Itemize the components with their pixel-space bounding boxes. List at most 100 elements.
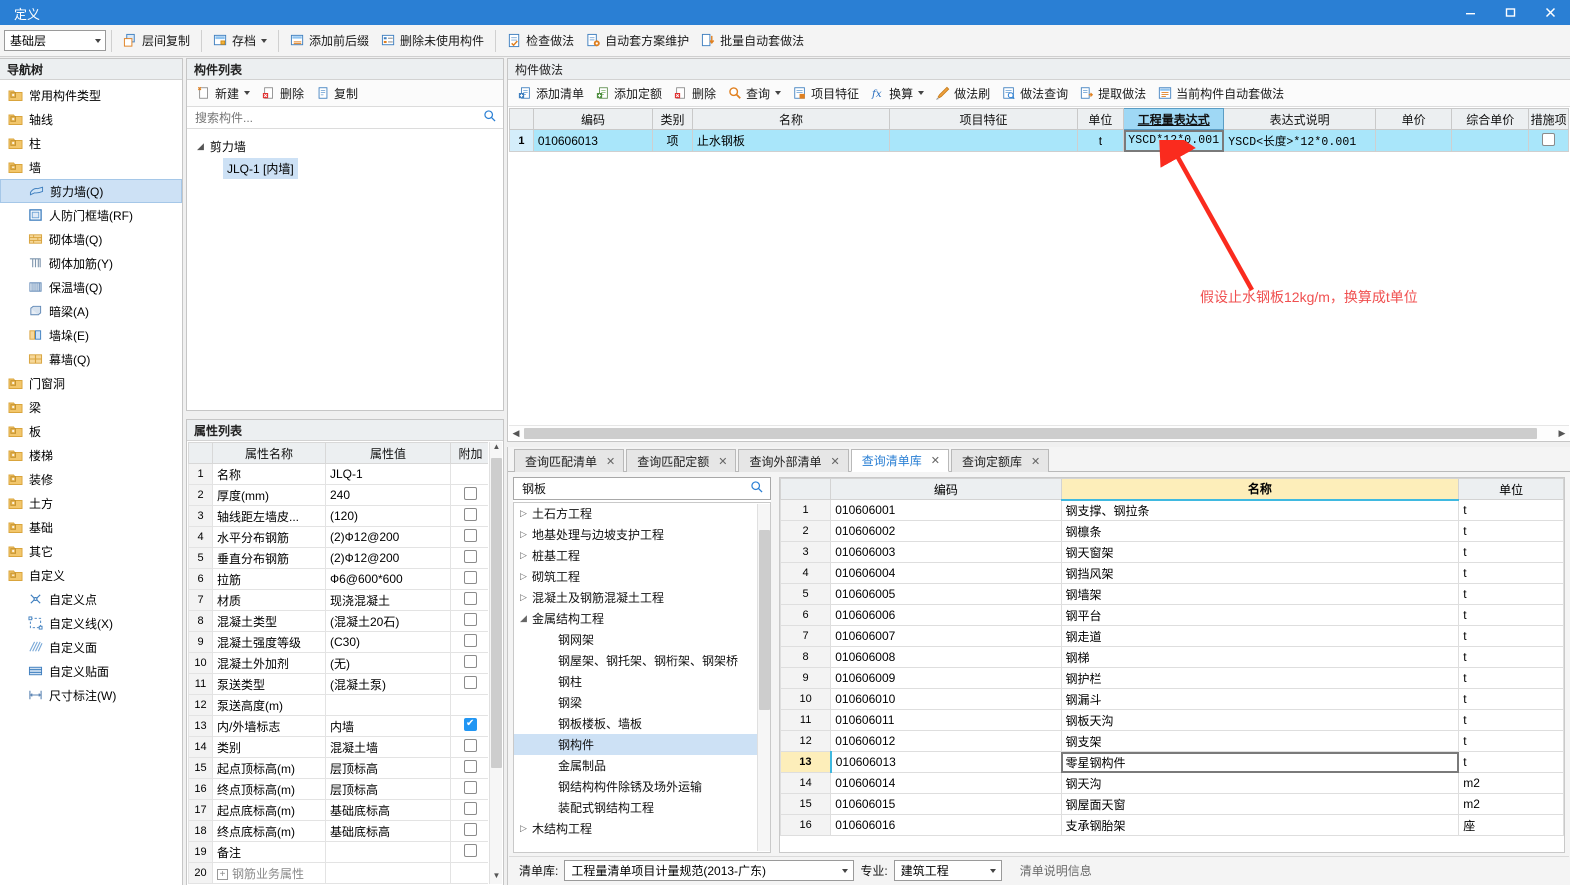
property-extra-cell[interactable]	[450, 820, 488, 842]
delete-component-button[interactable]: 删除	[256, 81, 310, 105]
close-icon[interactable]: ✕	[830, 455, 839, 468]
table-row[interactable]: 15 010606015 钢屋面天窗 m2	[779, 793, 1564, 815]
property-extra-cell[interactable]	[450, 631, 488, 653]
table-row[interactable]: 1 名称 JLQ-1	[188, 463, 488, 485]
property-value[interactable]: 现浇混凝土	[325, 589, 451, 611]
table-row[interactable]: 10 混凝土外加剂 (无)	[188, 652, 488, 674]
query-code-cell[interactable]: 010606004	[830, 562, 1062, 584]
table-row[interactable]: 9 混凝土强度等级 (C30)	[188, 631, 488, 653]
query-code-cell[interactable]: 010606013	[829, 751, 1062, 773]
sidebar-item-13[interactable]: 梁	[0, 395, 182, 419]
query-tab-1[interactable]: 查询匹配定额 ✕	[626, 449, 737, 472]
property-extra-cell[interactable]	[450, 568, 488, 590]
property-checkbox[interactable]	[464, 571, 477, 584]
scroll-up-arrow[interactable]: ▲	[490, 442, 503, 455]
query-name-cell[interactable]: 钢屋面天窗	[1060, 793, 1460, 815]
toolbar-button-archive[interactable]: 存档	[207, 29, 273, 53]
query-name-cell[interactable]: 支承钢胎架	[1060, 814, 1460, 836]
method-unit-price-cell[interactable]	[1375, 129, 1453, 152]
toolbar-button-check-method[interactable]: 检查做法	[501, 29, 580, 53]
query-tab-0[interactable]: 查询匹配清单 ✕	[514, 449, 625, 472]
sidebar-item-15[interactable]: 楼梯	[0, 443, 182, 467]
table-row[interactable]: 4 水平分布钢筋 (2)Ф12@200	[188, 526, 488, 548]
table-row[interactable]: 16 终点顶标高(m) 层顶标高	[188, 778, 488, 800]
sidebar-item-2[interactable]: 柱	[0, 131, 182, 155]
query-unit-cell[interactable]: t	[1458, 541, 1564, 563]
query-tree-node-12[interactable]: 金属制品	[514, 755, 758, 776]
property-extra-cell[interactable]	[450, 652, 488, 674]
query-code-cell[interactable]: 010606011	[830, 709, 1062, 731]
property-extra-cell[interactable]	[450, 736, 488, 758]
property-extra-cell[interactable]	[450, 757, 488, 779]
query-column-header[interactable]: 编码	[830, 478, 1062, 500]
query-code-cell[interactable]: 010606010	[830, 688, 1062, 710]
query-code-cell[interactable]: 010606014	[830, 772, 1062, 794]
query-tree-scrollbar[interactable]	[757, 504, 770, 851]
method-button-9[interactable]: 当前构件自动套做法	[1152, 81, 1290, 105]
query-tab-3[interactable]: 查询清单库 ✕	[850, 449, 949, 472]
method-column-header[interactable]: 工程量表达式	[1123, 108, 1225, 130]
query-tree-node-13[interactable]: 钢结构构件除锈及场外运输	[514, 776, 758, 797]
query-name-cell[interactable]: 钢天沟	[1060, 772, 1460, 794]
sidebar-item-6[interactable]: 砌体墙(Q)	[0, 227, 182, 251]
property-value[interactable]: (混凝土泵)	[325, 673, 451, 695]
method-column-header[interactable]: 单价	[1375, 108, 1453, 130]
query-code-cell[interactable]: 010606012	[830, 730, 1062, 752]
property-extra-cell[interactable]	[450, 694, 488, 716]
property-checkbox[interactable]	[464, 802, 477, 815]
property-extra-cell[interactable]	[450, 526, 488, 548]
table-row[interactable]: 9 010606009 钢护栏 t	[779, 667, 1564, 689]
query-search-box[interactable]	[513, 477, 771, 500]
scroll-right-arrow[interactable]: ▶	[1555, 426, 1569, 441]
method-button-8[interactable]: 提取做法	[1074, 81, 1152, 105]
query-unit-cell[interactable]: t	[1458, 520, 1564, 542]
toolbar-button-add-affix[interactable]: 添加前后缀	[284, 29, 375, 53]
sidebar-item-0[interactable]: 常用构件类型	[0, 83, 182, 107]
property-value[interactable]: 基础底标高	[325, 820, 451, 842]
expander-icon[interactable]: ▷	[520, 529, 532, 540]
query-unit-cell[interactable]: t	[1458, 562, 1564, 584]
method-hscrollbar[interactable]: ◀ ▶	[509, 425, 1569, 440]
close-icon[interactable]: ✕	[718, 455, 727, 468]
property-value[interactable]: Ф6@600*600	[325, 568, 451, 590]
property-extra-cell[interactable]	[450, 547, 488, 569]
component-item-jlq1[interactable]: JLQ-1 [内墙]	[187, 157, 503, 179]
search-input[interactable]	[193, 109, 483, 126]
query-tree-node-5[interactable]: ◢ 金属结构工程	[514, 608, 758, 629]
table-row[interactable]: 2 010606002 钢檩条 t	[779, 520, 1564, 542]
property-value[interactable]: (C30)	[325, 631, 451, 653]
method-column-header[interactable]: 名称	[691, 108, 891, 130]
table-row[interactable]: 10 010606010 钢漏斗 t	[779, 688, 1564, 710]
query-name-cell[interactable]: 钢漏斗	[1060, 688, 1460, 710]
property-extra-cell[interactable]	[450, 589, 488, 611]
query-tree-node-7[interactable]: 钢屋架、钢托架、钢桁架、钢架桥	[514, 650, 758, 671]
method-column-header[interactable]: 单位	[1076, 108, 1125, 130]
method-unit-cell[interactable]: t	[1076, 129, 1125, 152]
table-row[interactable]: 5 垂直分布钢筋 (2)Ф12@200	[188, 547, 488, 569]
query-name-cell[interactable]: 钢护栏	[1060, 667, 1460, 689]
query-name-cell[interactable]: 钢支撑、钢拉条	[1060, 499, 1460, 521]
list-info-link[interactable]: 清单说明信息	[1020, 862, 1092, 879]
method-column-header[interactable]: 类别	[652, 108, 693, 130]
method-code-cell[interactable]: 010606013	[532, 129, 654, 152]
sidebar-item-25[interactable]: 尺寸标注(W)	[0, 683, 182, 707]
property-extra-cell[interactable]	[450, 463, 488, 485]
scroll-thumb[interactable]	[491, 458, 502, 768]
table-row[interactable]: 19 备注	[188, 841, 488, 863]
table-row[interactable]: 20 + 钢筋业务属性	[188, 862, 488, 884]
query-code-cell[interactable]: 010606001	[830, 499, 1062, 521]
query-unit-cell[interactable]: t	[1458, 499, 1564, 521]
property-checkbox[interactable]	[464, 739, 477, 752]
query-unit-cell[interactable]: t	[1458, 625, 1564, 647]
sidebar-item-5[interactable]: 人防门框墙(RF)	[0, 203, 182, 227]
query-name-cell[interactable]: 钢天窗架	[1060, 541, 1460, 563]
query-unit-cell[interactable]: 座	[1458, 814, 1564, 836]
new-component-button[interactable]: 新建	[191, 81, 256, 105]
sidebar-item-14[interactable]: 板	[0, 419, 182, 443]
property-checkbox[interactable]	[464, 823, 477, 836]
property-checkbox[interactable]	[464, 717, 477, 731]
measure-item-checkbox[interactable]	[1542, 132, 1556, 146]
minimize-button[interactable]	[1450, 0, 1490, 25]
property-value[interactable]	[325, 694, 451, 716]
query-name-cell[interactable]: 零星钢构件	[1060, 751, 1460, 773]
